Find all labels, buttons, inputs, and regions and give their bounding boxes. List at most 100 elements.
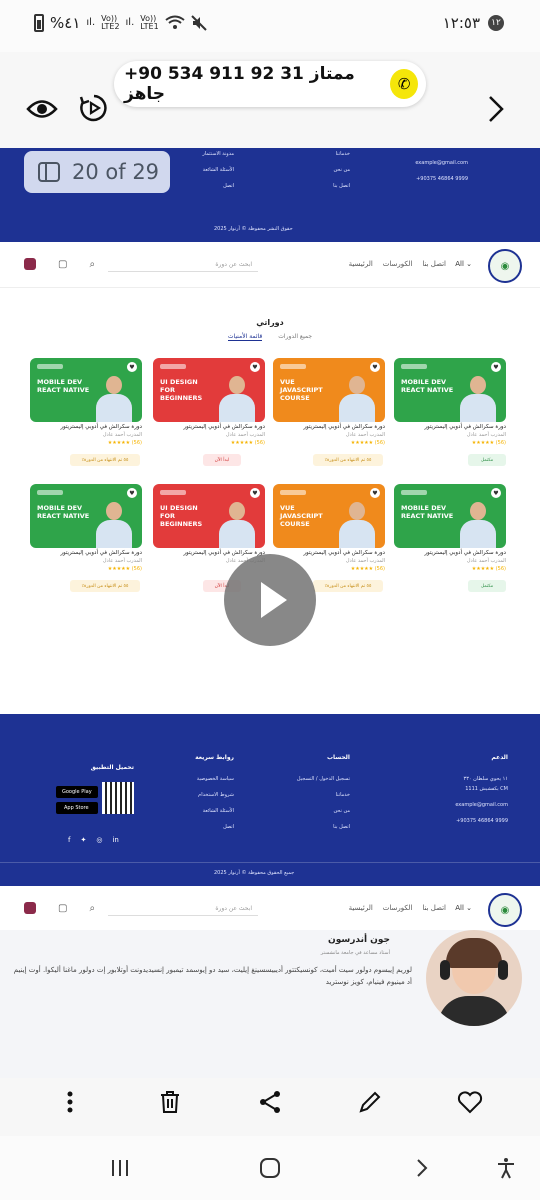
course-status-button[interactable]: ٪٥٥ تم الانتهاء من الدورة	[70, 454, 140, 466]
nav-icons: ▢ ⌕	[24, 258, 95, 270]
course-status-button[interactable]: ٪٥٥ تم الانتهاء من الدورة	[70, 580, 140, 592]
panel-icon	[38, 162, 60, 182]
wishlist-heart-icon[interactable]: ♥	[250, 488, 260, 498]
course-card[interactable]: MOBILE DEV REACT NATIVE ♥ دورة سكرالش في أ…	[394, 358, 506, 476]
search-icon[interactable]: ⌕	[89, 259, 95, 270]
course-instructor: المدرب أحمد عادل	[345, 432, 385, 438]
course-tabs: قائمة الأمنيات جميع الدورات	[0, 333, 540, 341]
footer-account-link[interactable]: تسجيل الدخول / التسجيل	[297, 776, 350, 782]
course-status-button[interactable]: مكتمل	[468, 454, 506, 466]
nav-lang-select[interactable]: All ⌄	[455, 260, 472, 268]
eye-icon[interactable]	[26, 94, 58, 124]
wishlist-heart-icon[interactable]: ♥	[370, 362, 380, 372]
course-tag	[280, 364, 306, 369]
course-rating: ★★★★★ (56)	[107, 440, 142, 446]
tab-wishlist[interactable]: قائمة الأمنيات	[227, 333, 263, 341]
delete-icon[interactable]	[156, 1088, 184, 1116]
site-logo: ◉	[488, 249, 522, 283]
share-icon[interactable]	[256, 1088, 284, 1116]
screenshot-image: مدونة الاستثمار الأسئلة الشائعة اتصل خدم…	[0, 148, 540, 1078]
cart-icon[interactable]: ▢	[58, 903, 67, 914]
back-icon[interactable]	[410, 1156, 434, 1180]
course-card[interactable]: VUE JAVASCRIPT COURSE ♥ دورة سكرالش في أدو…	[273, 358, 385, 476]
footer-support-heading: الدعم	[491, 754, 508, 761]
whatsapp-icon: ✆	[390, 69, 418, 99]
footer-account-link[interactable]: اتصل بنا	[333, 824, 350, 830]
user-avatar[interactable]	[24, 902, 36, 914]
footer-quick-link[interactable]: شروط الاستخدام	[198, 792, 234, 798]
nav-home[interactable]: الرئيسية	[349, 904, 373, 912]
status-left: %٤١ ıl. Vo)) LTE2 ıl. Vo)) LTE1	[34, 14, 207, 32]
course-title: دورة سكرالش في أدوبي إليستريتور	[183, 424, 265, 430]
system-nav-bar	[0, 1136, 540, 1200]
instagram-icon[interactable]: ◎	[96, 836, 102, 844]
cart-icon[interactable]: ▢	[58, 259, 67, 270]
instructor-image	[94, 496, 134, 548]
nav-courses[interactable]: الكورسات	[383, 260, 413, 268]
play-button[interactable]	[224, 554, 316, 646]
nav-courses[interactable]: الكورسات	[383, 904, 413, 912]
nav-contact[interactable]: اتصل بنا	[422, 904, 446, 912]
home-icon[interactable]	[258, 1156, 282, 1180]
nav-home[interactable]: الرئيسية	[349, 260, 373, 268]
wishlist-heart-icon[interactable]: ♥	[127, 362, 137, 372]
google-play-badge[interactable]: Google Play	[56, 786, 98, 798]
course-card[interactable]: MOBILE DEV REACT NATIVE ♥ دورة سكرالش في أ…	[30, 484, 142, 602]
chevron-right-icon[interactable]	[486, 94, 506, 124]
qr-code	[102, 782, 134, 814]
recents-icon[interactable]	[108, 1156, 132, 1180]
tab-all-courses[interactable]: جميع الدورات	[278, 333, 312, 341]
nav-lang-select[interactable]: All ⌄	[455, 904, 472, 912]
signal-icon-2: ıl.	[125, 17, 135, 28]
page-counter: 20 of 29	[24, 151, 170, 193]
course-title: دورة سكرالش في أدوبي إليستريتور	[183, 550, 265, 556]
instructor-image	[458, 370, 498, 422]
nav-search[interactable]: ابحث عن دورة	[108, 902, 258, 916]
course-card[interactable]: MOBILE DEV REACT NATIVE ♥ دورة سكرالش في أ…	[394, 484, 506, 602]
status-right: ١٢:٥٣ ١٢	[443, 14, 504, 32]
search-icon[interactable]: ⌕	[89, 903, 95, 914]
play-rotate-icon[interactable]	[78, 92, 110, 124]
wishlist-heart-icon[interactable]: ♥	[491, 488, 501, 498]
wishlist-heart-icon[interactable]: ♥	[491, 362, 501, 372]
course-status-button[interactable]: ٪٥٥ تم الانتهاء من الدورة	[313, 580, 383, 592]
nav-contact[interactable]: اتصل بنا	[422, 260, 446, 268]
course-tag	[401, 490, 427, 495]
course-card[interactable]: MOBILE DEV REACT NATIVE ♥ دورة سكرالش في أ…	[30, 358, 142, 476]
more-options-icon[interactable]	[56, 1088, 84, 1116]
page-counter-text: 20 of 29	[72, 160, 160, 184]
twitter-icon[interactable]: ✦	[80, 836, 86, 844]
linkedin-icon[interactable]: in	[112, 836, 118, 844]
wishlist-heart-icon[interactable]: ♥	[370, 488, 380, 498]
footer-quick-link[interactable]: اتصل	[223, 824, 234, 830]
gallery-viewer-screen: %٤١ ıl. Vo)) LTE2 ıl. Vo)) LTE1 ١٢:٥٣ ١٢…	[0, 0, 540, 1200]
course-status-button[interactable]: مكتمل	[468, 580, 506, 592]
favorite-icon[interactable]	[456, 1088, 484, 1116]
accessibility-icon[interactable]	[494, 1156, 518, 1180]
course-thumbnail: VUE JAVASCRIPT COURSE ♥	[273, 484, 385, 548]
app-store-badge[interactable]: App Store	[56, 802, 98, 814]
edit-icon[interactable]	[356, 1088, 384, 1116]
footer-quick-link[interactable]: سياسة الخصوصية	[197, 776, 234, 782]
footer-account-link[interactable]: خدماتنا	[336, 792, 350, 798]
course-status-button[interactable]: ٪٥٥ تم الانتهاء من الدورة	[313, 454, 383, 466]
google-play-label: Google Play	[62, 789, 92, 795]
footer-quick-link[interactable]: الأسئلة الشائعة	[203, 808, 234, 814]
facebook-icon[interactable]: f	[68, 836, 70, 844]
course-card[interactable]: UI DESIGN FOR BEGINNERS ♥ دورة سكرالش في أ…	[153, 358, 265, 476]
contact-pill[interactable]: +90 534 911 92 31 ممتاز جاهز ✆	[114, 61, 426, 107]
footer-support-line: بكفشيش 1111 CM	[465, 786, 508, 792]
nav-search[interactable]: ابحث عن دورة	[108, 258, 258, 272]
nav-icons: ▢ ⌕	[24, 902, 95, 914]
course-rating: ★★★★★ (56)	[471, 566, 506, 572]
footer-account-link[interactable]: من نحن	[334, 808, 351, 814]
section-title: دوراتي	[256, 318, 284, 327]
mute-icon	[190, 15, 207, 31]
footer-support-line: example@gmail.com	[455, 802, 508, 808]
user-avatar[interactable]	[24, 258, 36, 270]
wishlist-heart-icon[interactable]: ♥	[250, 362, 260, 372]
wishlist-heart-icon[interactable]: ♥	[127, 488, 137, 498]
footer-support-line: +90375 46864 9999	[456, 818, 508, 824]
nav-links: الرئيسية الكورسات اتصل بنا	[349, 904, 446, 912]
course-status-button[interactable]: ابدأ الآن	[203, 454, 241, 466]
